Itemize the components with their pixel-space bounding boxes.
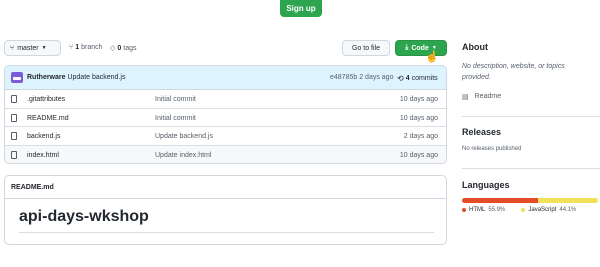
- readme-link-label: Readme: [474, 93, 502, 100]
- file-list: Rutherware Update backend.js e48785b 2 d…: [4, 65, 447, 164]
- table-row: .gitattributes Initial commit 10 days ag…: [5, 90, 446, 109]
- code-button[interactable]: ⤓ Code ▼: [395, 40, 447, 56]
- commits-label: commits: [411, 75, 438, 82]
- about-heading: About: [462, 42, 488, 52]
- language-percent: 55.9%: [488, 207, 506, 213]
- languages-bar: [462, 198, 598, 203]
- sign-up-button[interactable]: Sign up: [280, 0, 322, 17]
- commit-message-link[interactable]: Update backend.js: [67, 74, 125, 81]
- languages-list: HTML 55.9% JavaScript 44.1%: [462, 207, 576, 213]
- language-name: JavaScript: [528, 207, 557, 213]
- file-commit-link[interactable]: Update index.html: [155, 152, 211, 159]
- table-row: README.md Initial commit 10 days ago: [5, 109, 446, 128]
- readme-panel: README.md api-days-wkshop: [4, 175, 447, 245]
- file-commit-link[interactable]: Initial commit: [155, 115, 196, 122]
- tags-link[interactable]: ◇ 0 tags: [110, 44, 137, 53]
- branch-icon: ⑂: [69, 44, 74, 51]
- file-date: 10 days ago: [399, 96, 438, 103]
- mouse-cursor: ☝: [425, 51, 439, 63]
- releases-description: No releases published: [462, 146, 522, 152]
- file-name-link[interactable]: README.md: [27, 115, 69, 122]
- language-item-javascript[interactable]: JavaScript 44.1%: [521, 207, 576, 213]
- book-icon: ▤: [462, 94, 469, 101]
- file-date: 10 days ago: [399, 151, 438, 159]
- file-commit-link[interactable]: Initial commit: [155, 96, 196, 103]
- history-icon: ⟲: [397, 74, 404, 83]
- branch-icon: ⑂: [10, 44, 15, 52]
- branch-name: master: [17, 44, 39, 52]
- about-description: No description, website, or topics provi…: [462, 63, 565, 81]
- divider: [462, 116, 600, 117]
- file-icon: [11, 132, 17, 141]
- language-bar-segment-html: [462, 198, 539, 203]
- branches-link[interactable]: ⑂ 1 branch: [69, 44, 103, 51]
- language-bar-segment-javascript: [538, 198, 598, 203]
- releases-heading[interactable]: Releases: [462, 127, 501, 137]
- commit-hash[interactable]: e48785b: [330, 74, 357, 81]
- commit-author[interactable]: Rutherware: [27, 74, 66, 81]
- chevron-down-icon: ▼: [41, 45, 47, 51]
- readme-filename: README.md: [5, 176, 446, 199]
- file-name-link[interactable]: index.html: [27, 152, 59, 159]
- tags-label: tags: [123, 44, 137, 52]
- language-dot: [521, 208, 526, 212]
- file-icon: [11, 113, 17, 122]
- tags-count: 0: [117, 44, 122, 52]
- file-icon: [11, 150, 17, 159]
- language-name: HTML: [469, 207, 486, 213]
- latest-commit-message: Rutherware Update backend.js: [27, 74, 125, 81]
- file-date: 2 days ago: [403, 133, 438, 141]
- download-icon: ⤓: [405, 44, 409, 51]
- commits-count: 4: [405, 75, 410, 82]
- commits-link[interactable]: ⟲ 4 commits: [397, 74, 438, 83]
- avatar[interactable]: [11, 72, 23, 83]
- commit-info: e48785b 2 days ago: [330, 74, 393, 81]
- file-icon: [11, 95, 17, 103]
- latest-commit-bar: Rutherware Update backend.js e48785b 2 d…: [5, 66, 446, 90]
- branches-count: 1: [75, 44, 80, 51]
- file-name-link[interactable]: .gitattributes: [27, 96, 65, 103]
- file-name-link[interactable]: backend.js: [27, 133, 60, 140]
- branches-label: branch: [81, 44, 103, 51]
- language-item-html[interactable]: HTML 55.9%: [462, 207, 505, 213]
- divider: [462, 168, 600, 169]
- table-row: index.html Update index.html 10 days ago: [5, 145, 446, 163]
- readme-title: api-days-wkshop: [19, 208, 149, 225]
- languages-heading: Languages: [462, 180, 510, 190]
- language-dot: [462, 208, 466, 212]
- language-percent: 44.1%: [559, 207, 577, 213]
- go-to-file-button[interactable]: Go to file: [342, 40, 390, 56]
- tag-icon: ◇: [110, 45, 116, 52]
- readme-link[interactable]: ▤ Readme: [462, 93, 501, 101]
- branch-select-button[interactable]: ⑂ master ▼: [4, 40, 61, 56]
- table-row: backend.js Update backend.js 2 days ago: [5, 127, 446, 146]
- divider: [19, 232, 434, 233]
- file-date: 10 days ago: [399, 114, 438, 122]
- file-commit-link[interactable]: Update backend.js: [155, 133, 213, 140]
- commit-time: 2 days ago: [359, 74, 394, 81]
